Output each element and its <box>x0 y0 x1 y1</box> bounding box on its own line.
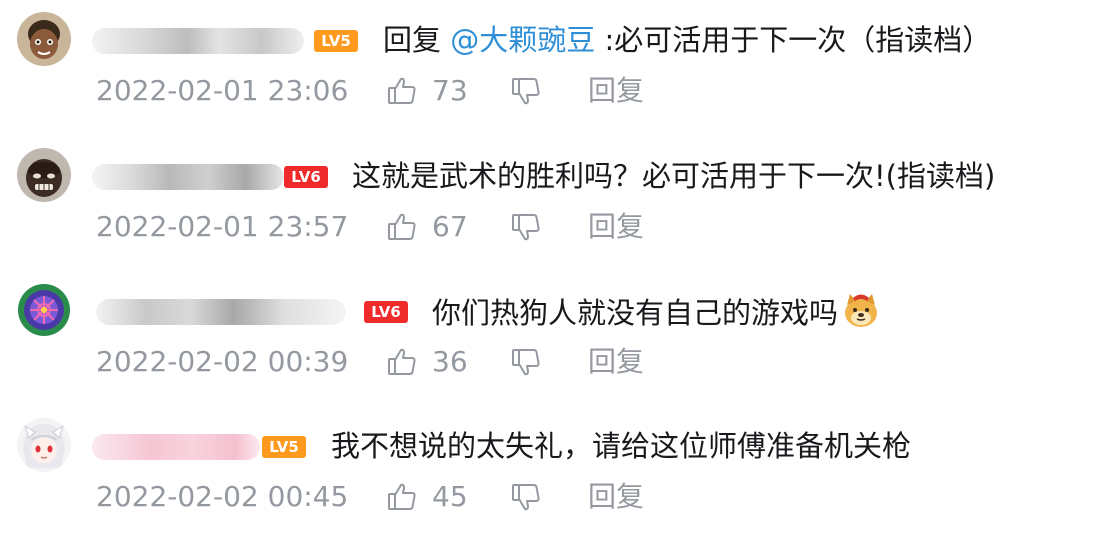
comment-item: LV6 这就是武术的胜利吗？必可活用于下一次!(指读档) 2022-02-01 … <box>0 136 1107 266</box>
level-badge: LV6 <box>364 301 408 323</box>
username-blurred[interactable] <box>92 434 260 460</box>
mention-link[interactable]: @大颗豌豆 <box>450 23 595 57</box>
like-count: 67 <box>432 210 468 243</box>
like-count: 36 <box>432 345 468 378</box>
level-badge: LV5 <box>262 436 306 458</box>
reply-button[interactable]: 回复 <box>588 73 644 109</box>
comment-text: 这就是武术的胜利吗？必可活用于下一次!(指读档) <box>352 159 996 193</box>
reply-button[interactable]: 回复 <box>588 344 644 380</box>
username-blurred[interactable] <box>96 299 346 325</box>
thumbs-up-icon[interactable] <box>386 481 418 522</box>
thumbs-up-icon[interactable] <box>386 75 418 116</box>
avatar[interactable] <box>17 283 71 337</box>
comment-time: 2022-02-01 23:57 <box>96 210 349 243</box>
comment-time: 2022-02-01 23:06 <box>96 74 349 107</box>
comment-item: LV6 你们热狗人就没有自己的游戏吗 2022-02-02 00:39 36 回… <box>0 271 1107 401</box>
thumbs-up-icon[interactable] <box>386 346 418 387</box>
comment-time: 2022-02-02 00:45 <box>96 480 349 513</box>
thumbs-down-icon[interactable] <box>510 75 542 116</box>
reply-suffix: :必可活用于下一次（指读档） <box>595 23 992 57</box>
reply-button[interactable]: 回复 <box>588 209 644 245</box>
level-badge: LV6 <box>284 166 328 188</box>
comment-text: 你们热狗人就没有自己的游戏吗 <box>432 291 880 339</box>
comment-time: 2022-02-02 00:39 <box>96 345 349 378</box>
comment-text: 回复 @大颗豌豆 :必可活用于下一次（指读档） <box>383 20 991 60</box>
avatar[interactable] <box>17 148 71 202</box>
reply-button[interactable]: 回复 <box>588 479 644 515</box>
doge-emoji-icon <box>842 291 880 339</box>
thumbs-down-icon[interactable] <box>510 346 542 387</box>
username-blurred[interactable] <box>92 28 304 54</box>
username-blurred[interactable] <box>92 164 284 190</box>
comment-item: LV5 回复 @大颗豌豆 :必可活用于下一次（指读档） 2022-02-01 2… <box>0 0 1107 130</box>
comment-text: 我不想说的太失礼，请给这位师傅准备机关枪 <box>331 429 912 463</box>
comment-item: LV5 我不想说的太失礼，请给这位师傅准备机关枪 2022-02-02 00:4… <box>0 406 1107 536</box>
thumbs-down-icon[interactable] <box>510 481 542 522</box>
level-badge: LV5 <box>314 30 358 52</box>
avatar[interactable] <box>17 418 71 472</box>
avatar[interactable] <box>17 12 71 66</box>
comment-text-body: 你们热狗人就没有自己的游戏吗 <box>432 296 839 330</box>
like-count: 45 <box>432 480 468 513</box>
reply-prefix: 回复 <box>383 23 451 57</box>
like-count: 73 <box>432 74 468 107</box>
thumbs-up-icon[interactable] <box>386 211 418 252</box>
thumbs-down-icon[interactable] <box>510 211 542 252</box>
